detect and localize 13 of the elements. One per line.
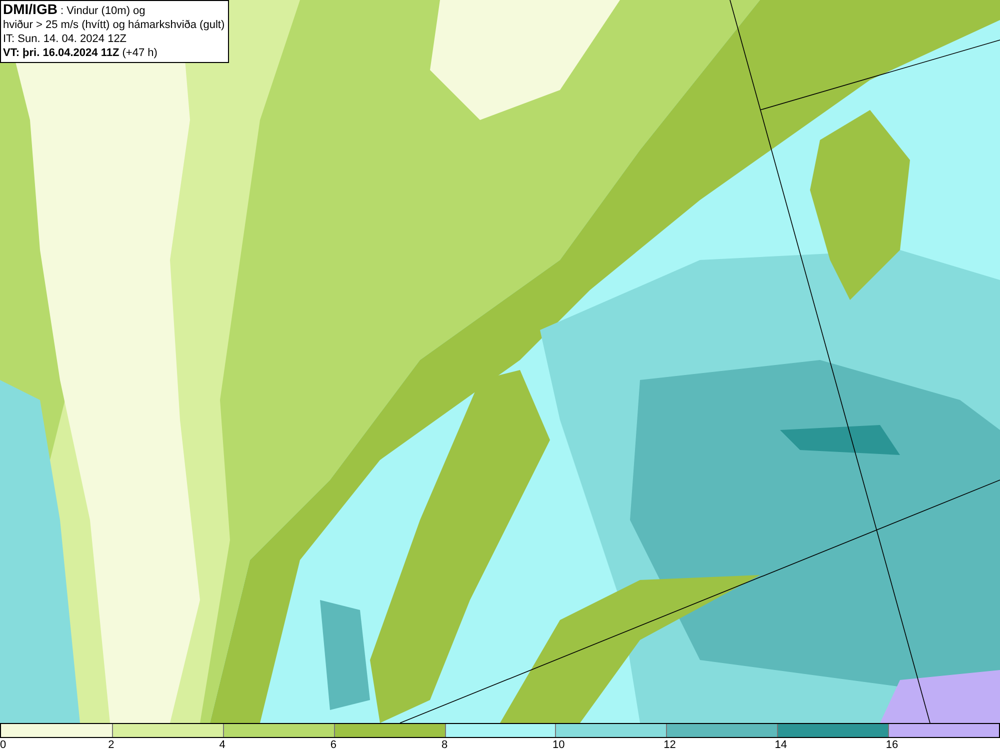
info-line: IT: Sun. 14. 04. 2024 12Z [3,32,128,46]
colorbar-tick-label: 0 [0,738,6,752]
colorbar-tick-label: 10 [552,738,565,752]
colorbar-tick-label: 6 [330,738,336,752]
colorbar-tick-label: 12 [664,738,676,752]
info-line: VT: þri. 16.04.2024 11Z (+47 h) [3,46,158,60]
colorbar-tick-label: 14 [774,738,788,752]
colorbar-tick-label: 2 [108,738,114,752]
colorbar-tick-label: 16 [886,738,898,752]
info-line: hviður > 25 m/s (hvítt) og hámarkshviða (gult) [3,18,225,32]
colorbar-tick-label: 4 [219,738,226,752]
colorbar-tick-label: 8 [441,738,448,752]
info-line: DMI/IGB : Vindur (10m) og [3,2,146,18]
